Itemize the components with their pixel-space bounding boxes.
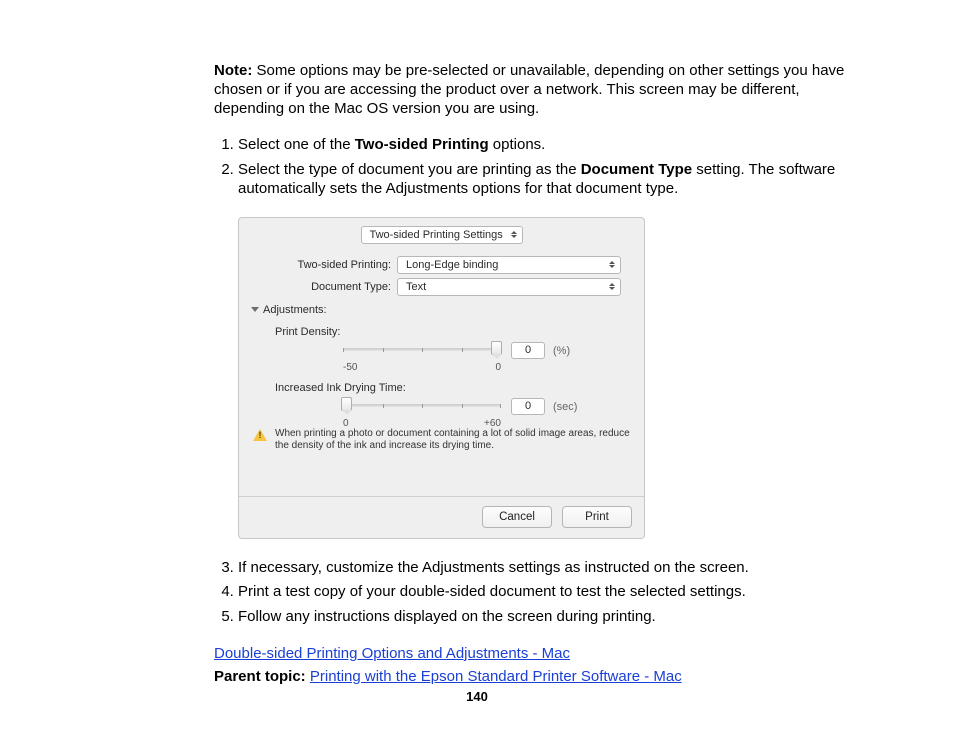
disclosure-triangle-icon: [251, 307, 259, 312]
cancel-button-label: Cancel: [499, 511, 535, 523]
step-2: Select the type of document you are prin…: [238, 161, 854, 199]
slider-thumb[interactable]: [491, 341, 502, 355]
two-sided-printing-label: Two-sided Printing:: [239, 259, 397, 271]
step-1-post: options.: [489, 136, 546, 153]
ink-drying-time-unit: (sec): [553, 401, 577, 413]
dialog-figure: Two-sided Printing Settings Two-sided Pr…: [238, 217, 854, 539]
print-density-slider[interactable]: 0 (%) -50 0: [343, 340, 573, 378]
slider-thumb[interactable]: [341, 397, 352, 411]
print-button-label: Print: [585, 511, 609, 523]
pane-selector[interactable]: Two-sided Printing Settings: [361, 226, 523, 244]
print-button[interactable]: Print: [562, 506, 632, 528]
steps-list-top: Select one of the Two-sided Printing opt…: [214, 136, 854, 198]
note-label: Note:: [214, 62, 252, 79]
page-number: 140: [0, 689, 954, 704]
note-paragraph: Note: Some options may be pre-selected o…: [214, 62, 854, 118]
adjustments-section: Adjustments: Print Density: 0 (%) -50 0 …: [251, 304, 632, 434]
step-4: Print a test copy of your double-sided d…: [238, 583, 854, 602]
step-1-pre: Select one of the: [238, 136, 355, 153]
dialog-divider: [239, 496, 644, 497]
slider-track: [343, 404, 501, 407]
warning-icon: [253, 429, 267, 441]
adjustments-disclosure[interactable]: Adjustments:: [251, 304, 632, 316]
pd-max-label: 0: [495, 362, 501, 373]
document-type-label: Document Type:: [239, 281, 397, 293]
pane-selector-label: Two-sided Printing Settings: [370, 229, 503, 241]
ink-drying-time-value[interactable]: 0: [511, 398, 545, 415]
document-type-select[interactable]: Text: [397, 278, 621, 296]
print-density-unit: (%): [553, 345, 570, 357]
two-sided-printing-select[interactable]: Long-Edge binding: [397, 256, 621, 274]
pd-min-label: -50: [343, 362, 357, 373]
slider-track: [343, 348, 501, 351]
two-sided-printing-value: Long-Edge binding: [406, 259, 498, 271]
print-density-value[interactable]: 0: [511, 342, 545, 359]
updown-icon: [509, 229, 519, 241]
step-3: If necessary, customize the Adjustments …: [238, 559, 854, 578]
note-text: Some options may be pre-selected or unav…: [214, 62, 844, 117]
step-1: Select one of the Two-sided Printing opt…: [238, 136, 854, 155]
step-2-bold: Document Type: [581, 161, 692, 178]
adjustments-label: Adjustments:: [263, 304, 327, 316]
cancel-button[interactable]: Cancel: [482, 506, 552, 528]
print-dialog: Two-sided Printing Settings Two-sided Pr…: [238, 217, 645, 539]
step-2-pre: Select the type of document you are prin…: [238, 161, 581, 178]
updown-icon: [607, 281, 617, 293]
warning-row: When printing a photo or document contai…: [253, 428, 630, 453]
print-density-label: Print Density:: [275, 326, 632, 338]
parent-topic-label: Parent topic:: [214, 668, 306, 685]
step-1-bold: Two-sided Printing: [355, 136, 489, 153]
step-5: Follow any instructions displayed on the…: [238, 608, 854, 627]
related-topic-link[interactable]: Double-sided Printing Options and Adjust…: [214, 645, 570, 662]
document-type-value: Text: [406, 281, 426, 293]
steps-list-bottom: If necessary, customize the Adjustments …: [214, 559, 854, 627]
warning-text: When printing a photo or document contai…: [275, 428, 630, 453]
updown-icon: [607, 259, 617, 271]
parent-topic-link[interactable]: Printing with the Epson Standard Printer…: [310, 668, 682, 685]
ink-drying-time-label: Increased Ink Drying Time:: [275, 382, 632, 394]
